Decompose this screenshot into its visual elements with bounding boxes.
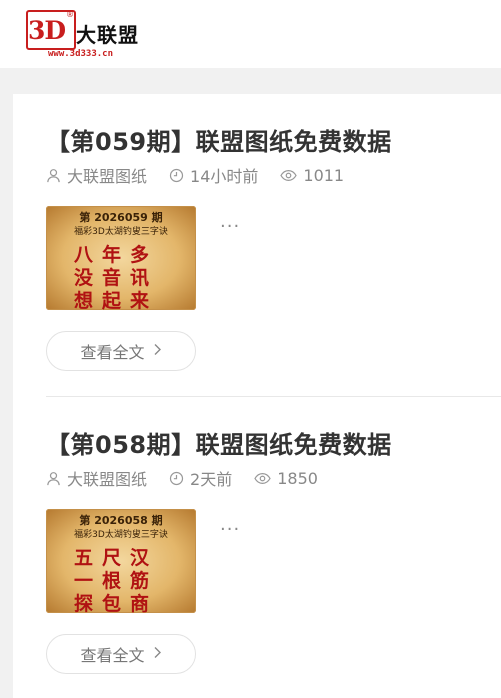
- verse-line: 没音讯: [74, 267, 159, 289]
- post-thumbnail[interactable]: 第 2026058 期 福彩3D太湖钓叟三字诀 五尺汉 一根筋 探包商: [46, 509, 196, 613]
- post-title[interactable]: 【第058期】联盟图纸免费数据: [46, 425, 392, 460]
- post-excerpt: ···: [220, 216, 241, 237]
- meta-time: 2天前: [169, 466, 232, 490]
- post-excerpt: ···: [220, 519, 241, 540]
- post-title[interactable]: 【第059期】联盟图纸免费数据: [46, 122, 392, 157]
- post-time: 14小时前: [190, 167, 259, 186]
- read-more-label: 查看全文: [80, 343, 145, 362]
- view-count: 1011: [303, 165, 345, 185]
- user-icon: [47, 168, 60, 182]
- author-name[interactable]: 大联盟图纸: [67, 466, 147, 490]
- post-time: 2天前: [190, 470, 233, 489]
- post-meta: 大联盟图纸 14小时前 1011: [46, 163, 366, 187]
- thumb-subtitle: 福彩3D太湖钓叟三字诀: [74, 530, 168, 540]
- site-header: 3D ® 大联盟 www.3d333.cn: [0, 0, 501, 68]
- verse-line: 八年多: [74, 244, 159, 266]
- clock-icon: [169, 168, 184, 182]
- meta-views: 1850: [254, 469, 318, 488]
- logo-registered: ®: [66, 10, 74, 19]
- verse-line: 一根筋: [74, 570, 159, 592]
- post-meta: 大联盟图纸 2天前 1850: [46, 466, 340, 490]
- author-name[interactable]: 大联盟图纸: [67, 163, 147, 187]
- logo-url: www.3d333.cn: [48, 49, 114, 59]
- eye-icon: [254, 472, 271, 484]
- thumb-issue: 第 2026059 期: [79, 211, 163, 224]
- meta-author: 大联盟图纸: [46, 163, 147, 187]
- verse-line: 五尺汉: [74, 547, 159, 569]
- site-logo[interactable]: 3D ® 大联盟 www.3d333.cn: [26, 10, 176, 62]
- meta-views: 1011: [280, 166, 344, 185]
- verse-line: 想起来: [74, 290, 159, 310]
- logo-mark: 3D: [28, 16, 66, 45]
- meta-time: 14小时前: [169, 163, 258, 187]
- thumb-subtitle: 福彩3D太湖钓叟三字诀: [74, 227, 168, 237]
- read-more-label: 查看全文: [80, 646, 145, 665]
- user-icon: [47, 471, 60, 485]
- post-divider: [46, 396, 501, 397]
- thumb-verse: 五尺汉 一根筋 探包商: [74, 547, 174, 613]
- chevron-right-icon: [153, 343, 162, 360]
- thumb-verse: 八年多 没音讯 想起来: [74, 244, 174, 310]
- chevron-right-icon: [153, 646, 162, 663]
- eye-icon: [280, 169, 298, 181]
- clock-icon: [169, 471, 184, 485]
- thumb-issue: 第 2026058 期: [79, 514, 163, 527]
- post-thumbnail[interactable]: 第 2026059 期 福彩3D太湖钓叟三字诀 八年多 没音讯 想起来: [46, 206, 196, 310]
- read-more-button[interactable]: 查看全文: [46, 331, 196, 371]
- view-count: 1850: [277, 468, 318, 488]
- logo-name: 大联盟: [76, 23, 139, 47]
- post-list: 【第059期】联盟图纸免费数据 大联盟图纸 14小时前 1011 第 20260…: [13, 94, 501, 698]
- meta-author: 大联盟图纸: [46, 466, 147, 490]
- read-more-button[interactable]: 查看全文: [46, 634, 196, 674]
- verse-line: 探包商: [74, 593, 159, 613]
